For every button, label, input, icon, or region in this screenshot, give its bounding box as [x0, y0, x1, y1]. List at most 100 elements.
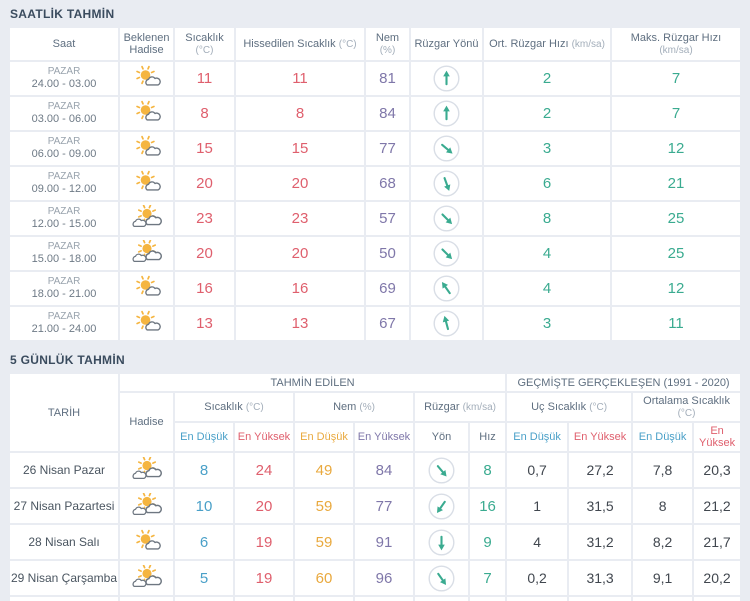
temperature-cell: 20 [175, 167, 234, 200]
condition-cell [120, 561, 173, 595]
col-header-nem-en-dusuk: En Düşük [295, 423, 353, 451]
day-label: PAZAR [47, 101, 81, 112]
header-label: Saat [52, 38, 76, 50]
daily-table-row: 28 Nisan Salı 6 19 59 91 9 4 31,2 8,2 21,7 [10, 525, 740, 559]
col-header-ruzgar-yonu: Rüzgar Yönü [411, 28, 482, 60]
day-label: PAZAR [47, 66, 81, 77]
time-range-label: 06.00 - 09.00 [31, 148, 97, 160]
hourly-table-row: PAZAR 21.00 - 24.00 13 13 67 3 11 [10, 307, 740, 340]
col-header-tarih: TARİH [10, 374, 118, 451]
temperature-cell: 16 [175, 272, 234, 305]
sun-cloud-icon [130, 529, 164, 556]
temp-low-cell: 7 [175, 597, 233, 601]
temperature-cell: 11 [175, 62, 234, 95]
wind-direction-cell [411, 202, 482, 235]
temperature-cell: 13 [175, 307, 234, 340]
header-label: Ortalama Sıcaklık [643, 395, 730, 407]
humidity-cell: 67 [366, 307, 409, 340]
expected-condition-cell [120, 132, 173, 165]
hourly-header-row: Saat Beklenen Hadise Sıcaklık (°C) Hisse… [10, 28, 740, 60]
expected-condition-cell [120, 202, 173, 235]
wind-speed-cell: 7 [470, 561, 506, 595]
avg-wind-speed-cell: 6 [484, 167, 610, 200]
average-high-cell: 21,2 [694, 489, 740, 523]
hourly-forecast-table: Saat Beklenen Hadise Sıcaklık (°C) Hisse… [8, 26, 742, 342]
sun-cloud-icon [130, 65, 164, 92]
sun-cloud-icon [130, 170, 164, 197]
wind-direction-arrow-icon [428, 564, 455, 592]
header-unit: (km/sa) [571, 39, 605, 50]
max-wind-speed-cell: 7 [612, 62, 740, 95]
humidity-high-cell: 91 [355, 525, 413, 559]
time-range-label: 24.00 - 03.00 [31, 78, 97, 90]
header-label: Maks. Rüzgar Hızı [630, 32, 722, 44]
wind-direction-arrow-icon [433, 170, 460, 197]
col-header-hissedilen-sicaklik: Hissedilen Sıcaklık (°C) [236, 28, 364, 60]
header-unit: (°C) [589, 402, 608, 413]
day-label: PAZAR [47, 171, 81, 182]
header-unit: (°C) [677, 408, 696, 419]
temp-low-cell: 6 [175, 525, 233, 559]
average-low-cell: 9,1 [633, 561, 693, 595]
feels-like-cell: 20 [236, 167, 364, 200]
humidity-high-cell: 96 [355, 561, 413, 595]
wind-direction-cell [411, 237, 482, 270]
daily-section-title: 5 GÜNLÜK TAHMİN [10, 353, 125, 367]
wind-direction-arrow-icon [433, 65, 460, 92]
col-header-nem-en-yuksek: En Yüksek [355, 423, 413, 451]
temperature-cell: 23 [175, 202, 234, 235]
header-label: Hissedilen Sıcaklık [243, 38, 336, 50]
hourly-table-row: PAZAR 12.00 - 15.00 23 23 57 8 25 [10, 202, 740, 235]
col-header-maks-ruzgar-hizi: Maks. Rüzgar Hızı (km/sa) [612, 28, 740, 60]
temp-high-cell: 24 [235, 453, 293, 487]
col-header-temp-en-yuksek: En Yüksek [235, 423, 293, 451]
temp-low-cell: 5 [175, 561, 233, 595]
average-high-cell: 20,3 [694, 453, 740, 487]
humidity-cell: 57 [366, 202, 409, 235]
extreme-low-cell: 0,7 [507, 453, 568, 487]
condition-cell [120, 525, 173, 559]
expected-condition-cell [120, 167, 173, 200]
col-header-ort-ruzgar-hizi: Ort. Rüzgar Hızı (km/sa) [484, 28, 610, 60]
humidity-low-cell: 56 [295, 597, 353, 601]
time-range-label: 09.00 - 12.00 [31, 183, 97, 195]
saat-cell: PAZAR 06.00 - 09.00 [10, 132, 118, 165]
wind-direction-cell [415, 561, 468, 595]
max-wind-speed-cell: 12 [612, 132, 740, 165]
avg-wind-speed-cell: 3 [484, 132, 610, 165]
feels-like-cell: 15 [236, 132, 364, 165]
weather-forecast-page: SAATLİK TAHMİN Saat Beklenen Hadise Sıca… [0, 0, 750, 601]
time-range-label: 03.00 - 06.00 [31, 113, 97, 125]
wind-speed-cell: 16 [470, 489, 506, 523]
hourly-table-row: PAZAR 18.00 - 21.00 16 16 69 4 12 [10, 272, 740, 305]
sun-cloud-icon [130, 135, 164, 162]
avg-wind-speed-cell: 4 [484, 272, 610, 305]
col-header-saat: Saat [10, 28, 118, 60]
extreme-high-cell: 31,3 [569, 561, 632, 595]
extreme-low-cell: 4 [507, 525, 568, 559]
saat-cell: PAZAR 18.00 - 21.00 [10, 272, 118, 305]
header-unit: (°C) [338, 39, 357, 50]
wind-direction-arrow-icon [433, 310, 460, 337]
feels-like-cell: 16 [236, 272, 364, 305]
day-label: PAZAR [47, 311, 81, 322]
wind-direction-cell [415, 453, 468, 487]
wind-direction-cell [411, 62, 482, 95]
daily-forecast-table: TARİH TAHMİN EDİLEN GEÇMİŞTE GERÇEKLEŞEN… [8, 372, 742, 601]
humidity-cell: 81 [366, 62, 409, 95]
time-range-label: 15.00 - 18.00 [31, 253, 97, 265]
col-header-hadise: Hadise [120, 393, 173, 451]
max-wind-speed-cell: 7 [612, 97, 740, 130]
header-label: Ort. Rüzgar Hızı [489, 38, 569, 50]
max-wind-speed-cell: 11 [612, 307, 740, 340]
humidity-cell: 77 [366, 132, 409, 165]
day-label: PAZAR [47, 276, 81, 287]
col-header-uc-en-dusuk: En Düşük [507, 423, 568, 451]
feels-like-cell: 11 [236, 62, 364, 95]
hourly-forecast-section: SAATLİK TAHMİN Saat Beklenen Hadise Sıca… [8, 0, 742, 342]
average-low-cell: 8 [633, 489, 693, 523]
wind-speed-cell: 15 [470, 597, 506, 601]
date-cell: 26 Nisan Pazar [10, 453, 118, 487]
avg-wind-speed-cell: 3 [484, 307, 610, 340]
temp-low-cell: 8 [175, 453, 233, 487]
